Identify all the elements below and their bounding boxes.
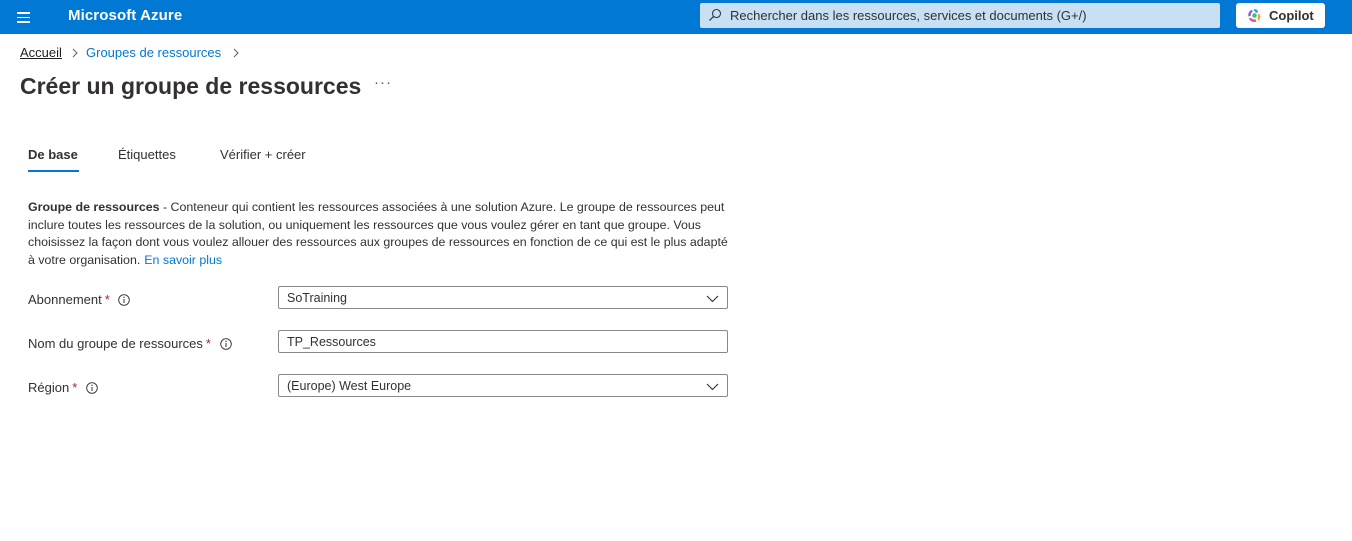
info-icon[interactable] [219, 338, 232, 350]
resource-group-name-input[interactable]: TP_Ressources [278, 330, 728, 353]
required-marker: * [72, 380, 78, 395]
global-search-input[interactable]: Rechercher dans les ressources, services… [700, 3, 1220, 28]
required-marker: * [205, 336, 211, 351]
more-options-icon[interactable]: ··· [374, 74, 392, 91]
hamburger-menu-icon[interactable] [14, 8, 34, 26]
description-term: Groupe de ressources [28, 200, 160, 214]
region-value: (Europe) West Europe [287, 379, 412, 393]
chevron-down-icon [706, 383, 719, 391]
breadcrumb-home-link[interactable]: Accueil [20, 45, 62, 60]
tab-tags[interactable]: Étiquettes [118, 147, 176, 162]
subscription-label-text: Abonnement [28, 292, 102, 307]
subscription-label: Abonnement * [28, 292, 131, 307]
info-icon[interactable] [118, 294, 131, 306]
copilot-icon [1248, 8, 1261, 22]
subscription-select[interactable]: SoTraining [278, 286, 728, 309]
resource-group-name-label-text: Nom du groupe de ressources [28, 336, 203, 351]
copilot-button[interactable]: Copilot [1236, 3, 1325, 28]
resource-group-description: Groupe de ressources - Conteneur qui con… [28, 199, 738, 269]
learn-more-link[interactable]: En savoir plus [144, 253, 222, 267]
subscription-value: SoTraining [287, 291, 347, 305]
tab-basics[interactable]: De base [28, 147, 78, 162]
resource-group-name-label: Nom du groupe de ressources * [28, 336, 232, 351]
info-icon[interactable] [86, 382, 98, 394]
chevron-down-icon [706, 295, 719, 303]
region-select[interactable]: (Europe) West Europe [278, 374, 728, 397]
brand-title[interactable]: Microsoft Azure [68, 7, 182, 24]
copilot-label: Copilot [1269, 8, 1314, 23]
top-bar: Microsoft Azure Rechercher dans les ress… [0, 0, 1352, 34]
region-label-text: Région [28, 380, 70, 395]
resource-group-name-value: TP_Ressources [287, 335, 376, 349]
page-title: Créer un groupe de ressources [20, 73, 362, 99]
search-placeholder: Rechercher dans les ressources, services… [730, 8, 1087, 23]
tab-review-create[interactable]: Vérifier + créer [220, 147, 306, 162]
chevron-right-icon [72, 48, 78, 58]
search-icon [709, 8, 722, 21]
active-tab-indicator [28, 170, 79, 172]
chevron-right-icon [233, 48, 239, 58]
required-marker: * [104, 292, 110, 307]
region-label: Région * [28, 380, 98, 395]
breadcrumb-resource-groups-link[interactable]: Groupes de ressources [86, 45, 221, 60]
